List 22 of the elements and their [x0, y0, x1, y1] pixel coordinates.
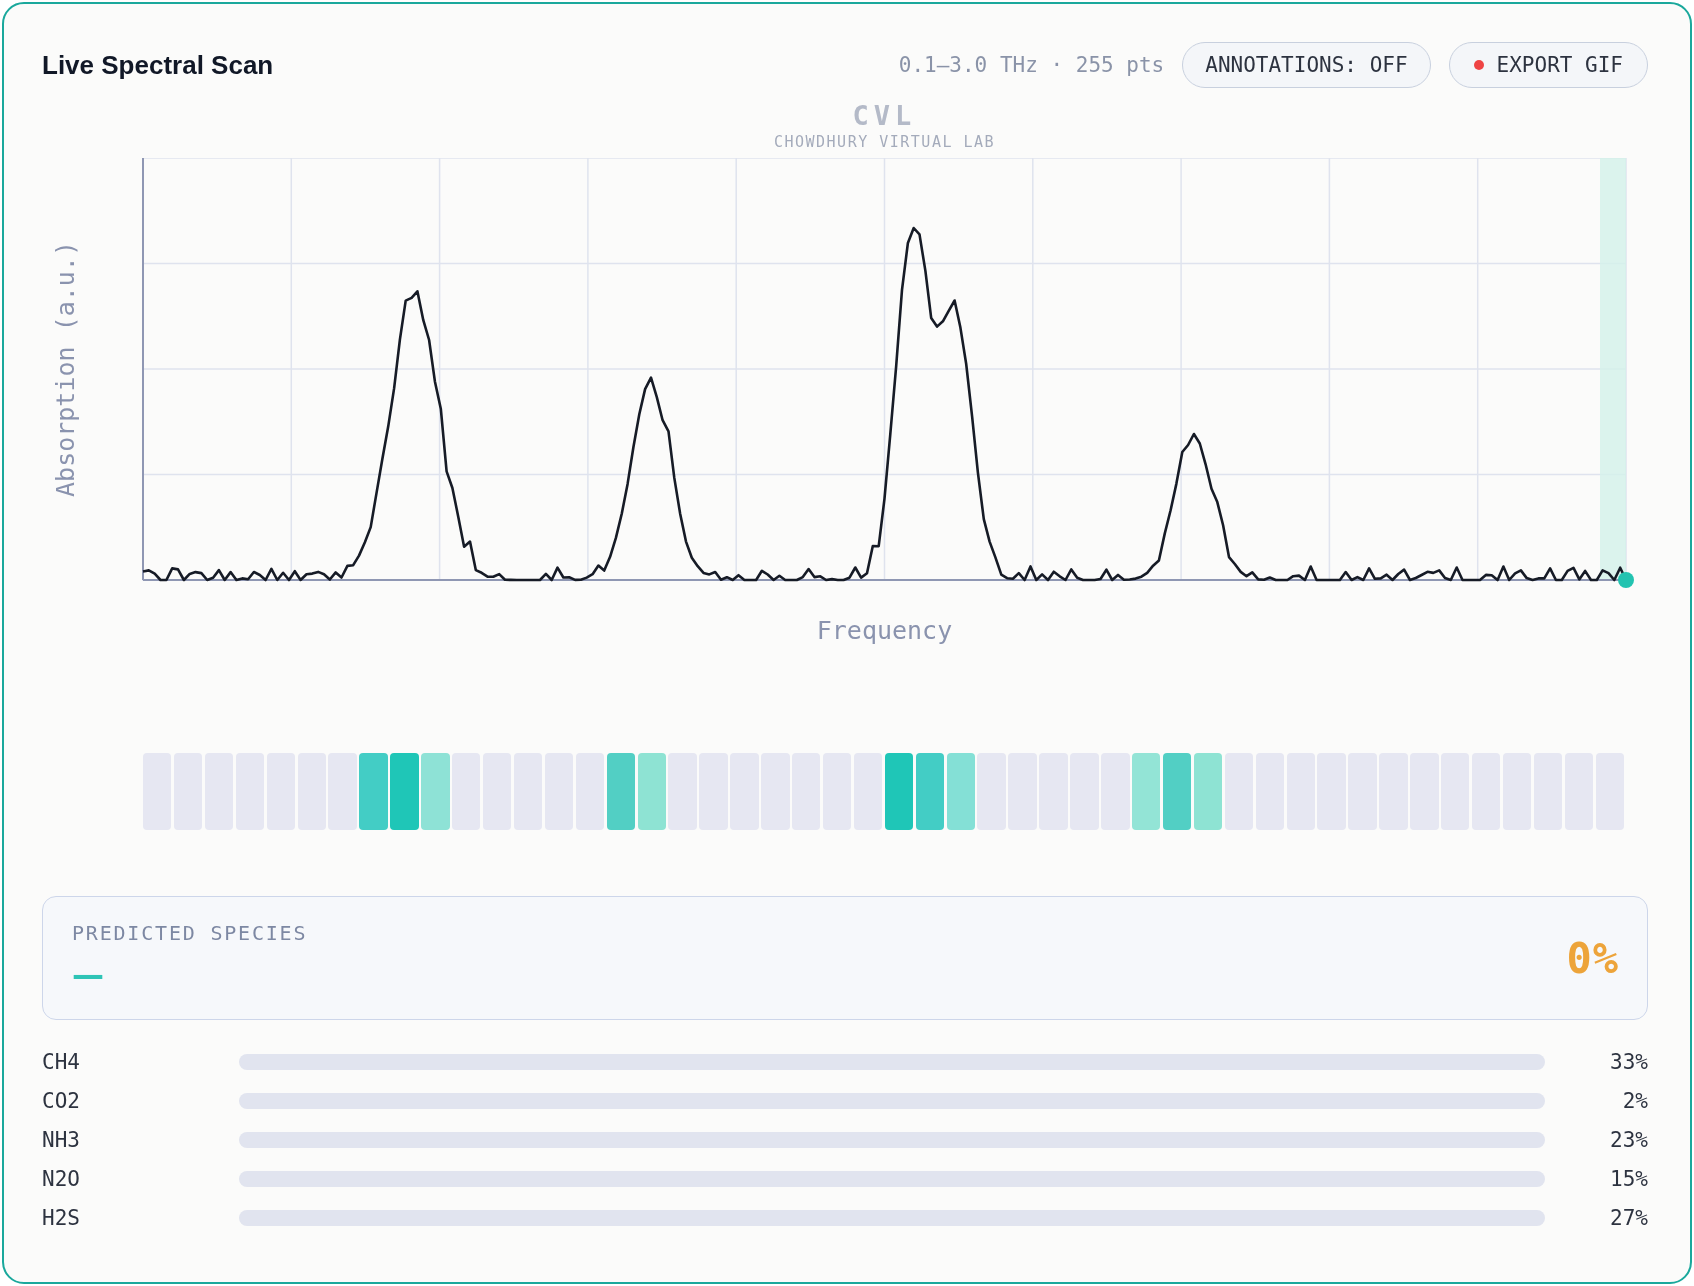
- species-label: N2O: [42, 1166, 80, 1191]
- species-label: CO2: [42, 1088, 80, 1113]
- species-label: CH4: [42, 1049, 80, 1074]
- export-gif-button[interactable]: EXPORT GIF: [1448, 42, 1648, 88]
- species-label: NH3: [42, 1127, 80, 1152]
- confidence-value: 0%: [1566, 933, 1619, 983]
- scan-range-info: 0.1–3.0 THz · 255 pts: [898, 53, 1165, 77]
- logo-subtitle: CHOWDHURY VIRTUAL LAB: [773, 133, 996, 151]
- annotations-toggle-button[interactable]: ANNOTATIONS: OFF: [1182, 42, 1431, 88]
- y-axis-label: Absorption (a.u.): [51, 241, 81, 497]
- record-dot-icon: [1473, 60, 1484, 70]
- logo-text: CVL: [852, 101, 917, 131]
- predicted-species-value: —: [72, 955, 104, 995]
- card-heading: PREDICTED SPECIES: [72, 921, 308, 945]
- score-percent: 15%: [1610, 1166, 1648, 1191]
- score-percent: 23%: [1610, 1127, 1648, 1152]
- score-percent: 2%: [1622, 1088, 1648, 1113]
- page-title: Live Spectral Scan: [42, 49, 274, 81]
- score-percent: 33%: [1610, 1049, 1648, 1074]
- x-axis-label: Frequency: [816, 616, 953, 646]
- score-percent: 27%: [1610, 1205, 1648, 1230]
- species-label: H2S: [42, 1205, 80, 1230]
